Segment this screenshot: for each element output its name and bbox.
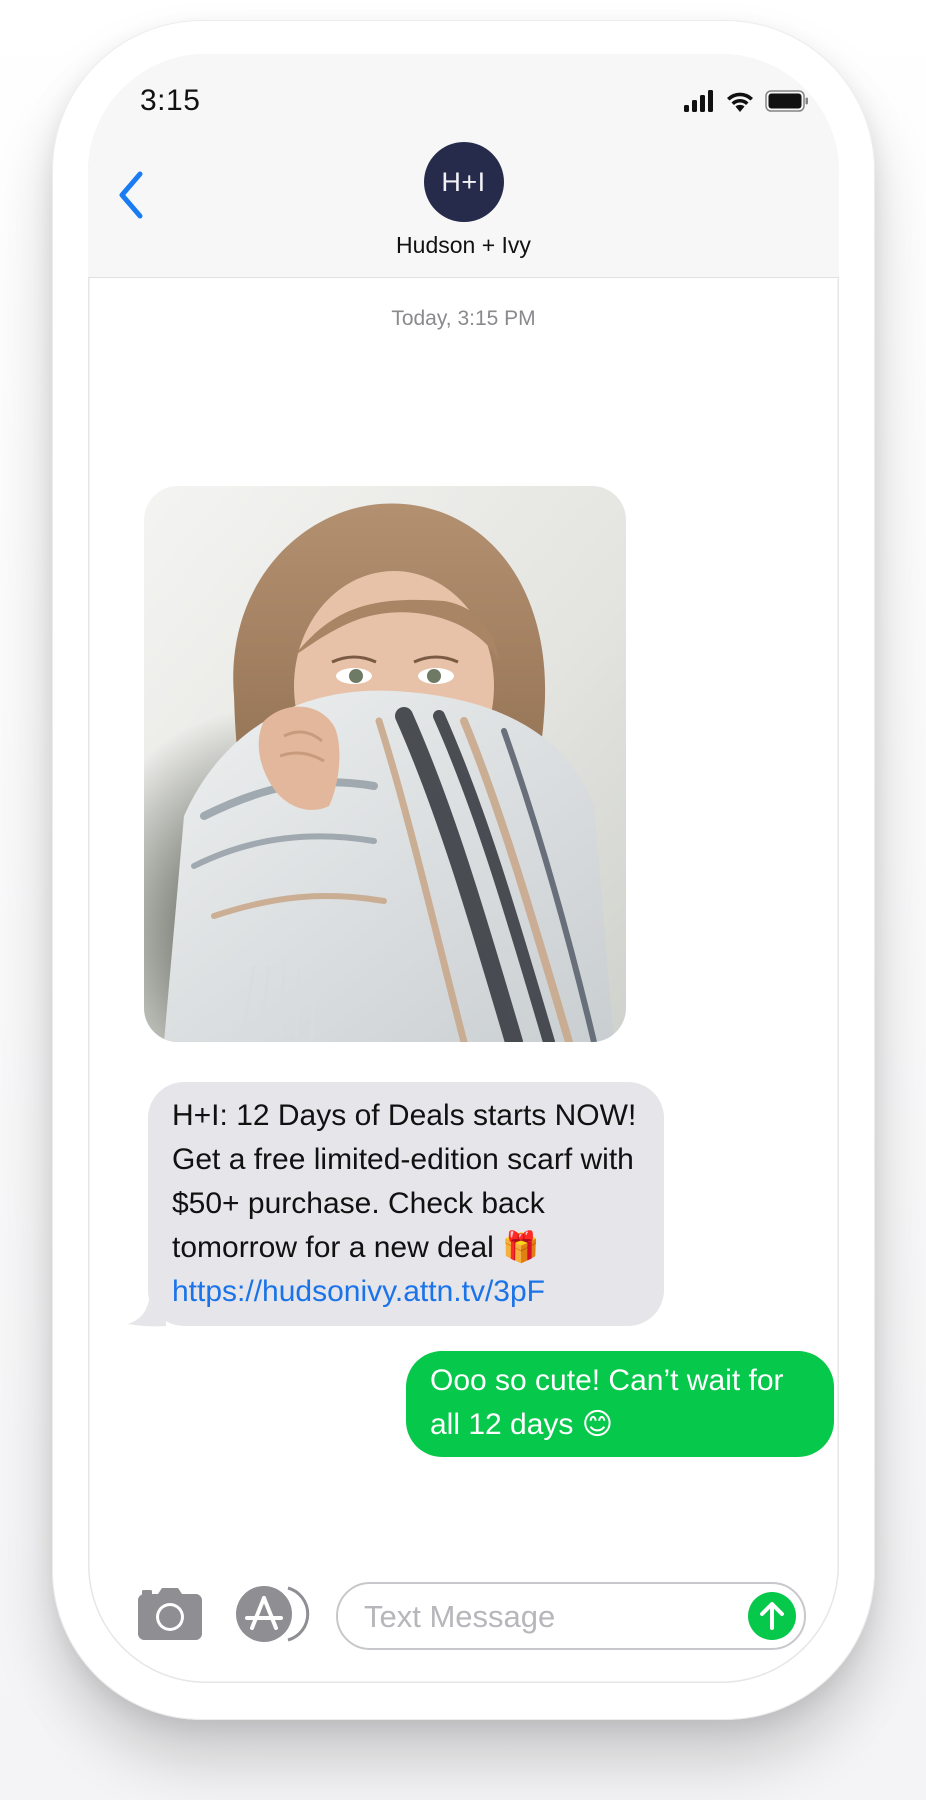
- send-arrow-icon: [760, 1602, 784, 1630]
- conversation-header: 3:15 H+I Hudson + Ivy: [88, 54, 839, 278]
- status-time: 3:15: [140, 84, 201, 117]
- app-store-icon[interactable]: [234, 1584, 310, 1644]
- send-button[interactable]: [748, 1592, 796, 1640]
- message-timestamp: Today, 3:15 PM: [391, 307, 536, 330]
- message-composer: [88, 1582, 839, 1668]
- incoming-message-text: H+I: 12 Days of Deals starts NOW! Get a …: [172, 1099, 637, 1264]
- deal-link[interactable]: https://hudsonivy.attn.tv/3pF: [172, 1270, 640, 1314]
- wifi-icon: [727, 92, 753, 112]
- page-background: 3:15 H+I Hudson + Ivy Today, 3:15 PM H+I…: [0, 0, 926, 1800]
- contact-info[interactable]: H+I Hudson + Ivy: [88, 142, 839, 259]
- photo-image: [144, 486, 626, 1042]
- outgoing-bubble-tail: [790, 1412, 828, 1445]
- camera-icon[interactable]: [138, 1588, 202, 1640]
- text-message-input[interactable]: [362, 1594, 726, 1640]
- battery-icon: [765, 90, 808, 112]
- incoming-bubble-tail: [128, 1294, 166, 1327]
- phone-screen: 3:15 H+I Hudson + Ivy Today, 3:15 PM H+I…: [88, 54, 839, 1683]
- outgoing-message-bubble[interactable]: Ooo so cute! Can’t wait for all 12 days …: [406, 1351, 834, 1457]
- phone-frame: 3:15 H+I Hudson + Ivy Today, 3:15 PM H+I…: [52, 20, 875, 1720]
- incoming-message-bubble[interactable]: H+I: 12 Days of Deals starts NOW! Get a …: [148, 1082, 664, 1326]
- signal-bars-icon: [684, 90, 713, 112]
- status-icons: [683, 90, 809, 112]
- avatar: H+I: [423, 142, 504, 222]
- gift-emoji: 🎁: [502, 1231, 540, 1264]
- text-message-field[interactable]: [336, 1582, 806, 1650]
- message-photo[interactable]: [144, 486, 626, 1042]
- contact-name: Hudson + Ivy: [396, 232, 531, 258]
- smile-emoji: 😊: [581, 1408, 614, 1441]
